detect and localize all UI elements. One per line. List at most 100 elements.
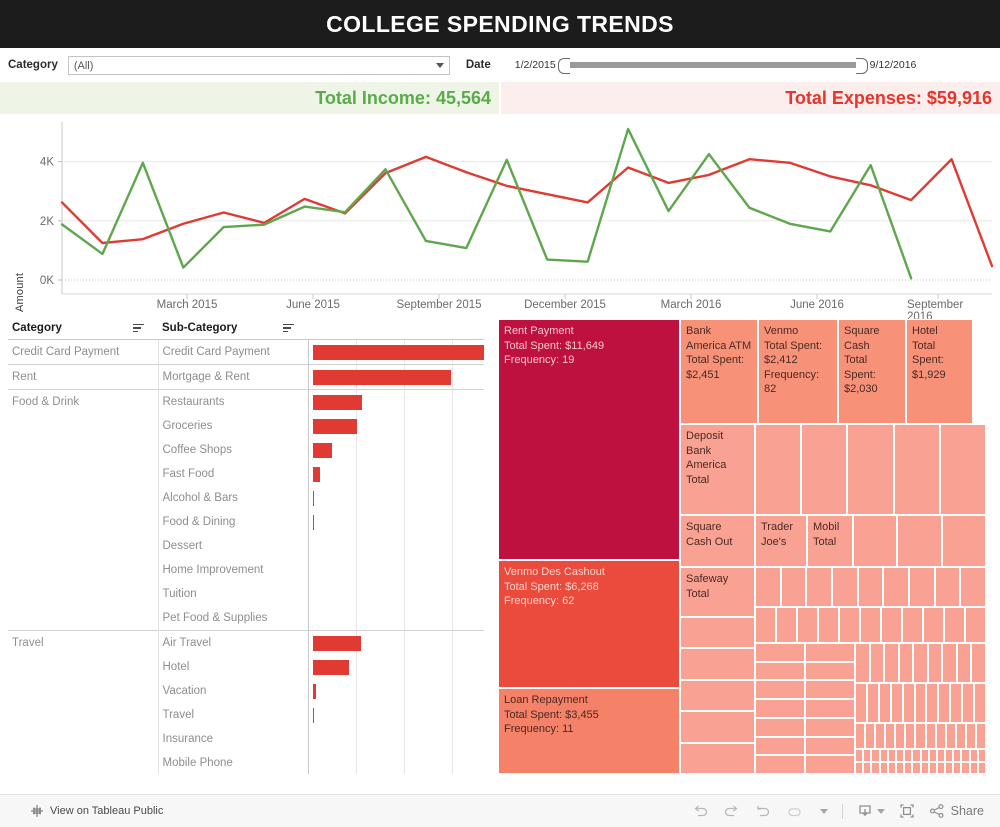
treemap-tile[interactable] <box>847 424 894 515</box>
treemap-tile[interactable] <box>927 643 943 683</box>
redo-icon[interactable] <box>723 804 740 819</box>
treemap-tile[interactable] <box>860 607 881 643</box>
treemap-tile[interactable] <box>965 723 976 749</box>
treemap-tile[interactable] <box>898 643 914 683</box>
treemap-tile[interactable] <box>755 755 805 774</box>
treemap-tile[interactable] <box>755 699 805 718</box>
treemap-tile[interactable] <box>912 761 921 774</box>
value-bar[interactable] <box>312 707 315 723</box>
treemap-tile[interactable] <box>680 742 755 774</box>
treemap-tile[interactable]: Rent Payment Total Spent: $11,649 Frequenc… <box>498 319 680 560</box>
chevron-down-icon[interactable] <box>435 62 444 68</box>
treemap-tile[interactable]: Loan Repayment Total Spent: $3,455 Frequen… <box>498 688 680 774</box>
treemap-tile[interactable] <box>855 683 867 723</box>
treemap-tile[interactable] <box>902 683 915 723</box>
table-row[interactable]: Food & Drink Restaurants <box>8 389 484 414</box>
spending-trend-line-chart[interactable]: Amount 0K 2K 4K March 2015 June 2015 Septemb… <box>0 114 1000 323</box>
table-row[interactable]: Alcohol & Bars <box>8 486 484 510</box>
table-row[interactable]: Rent Mortgage & Rent <box>8 364 484 390</box>
chevron-down-icon[interactable] <box>819 808 828 814</box>
treemap-tile[interactable] <box>871 761 880 774</box>
treemap-tile[interactable] <box>855 749 864 762</box>
treemap-tile[interactable] <box>801 424 848 515</box>
value-bar[interactable] <box>312 466 321 482</box>
treemap-tile[interactable] <box>863 749 872 762</box>
treemap-tile[interactable] <box>755 680 805 700</box>
treemap-tile[interactable] <box>893 424 940 515</box>
table-row[interactable]: Home Improvement <box>8 558 484 582</box>
treemap-tile[interactable] <box>974 683 986 723</box>
table-row[interactable]: Groceries <box>8 414 484 438</box>
treemap-tile[interactable] <box>805 661 855 681</box>
sort-icon[interactable] <box>283 323 294 333</box>
value-bar[interactable] <box>312 683 317 699</box>
treemap-tile[interactable] <box>755 736 805 756</box>
treemap-tile[interactable] <box>885 723 896 749</box>
treemap-tile[interactable] <box>934 567 961 607</box>
treemap-tile[interactable] <box>857 567 884 607</box>
treemap-tile[interactable] <box>884 643 899 683</box>
slider-handle-min[interactable] <box>557 58 570 74</box>
treemap-tile[interactable] <box>914 683 927 723</box>
treemap-tile[interactable] <box>904 749 913 762</box>
treemap-tile[interactable] <box>755 643 805 662</box>
treemap-tile[interactable] <box>855 761 864 774</box>
treemap-tile[interactable] <box>755 567 781 607</box>
treemap-tile[interactable] <box>975 723 986 749</box>
treemap-tile[interactable] <box>961 761 970 774</box>
treemap-tile[interactable] <box>960 567 986 607</box>
treemap-tile[interactable]: Hotel Total Spent: $1,929 <box>906 319 973 424</box>
treemap-tile[interactable] <box>863 761 872 774</box>
value-bar[interactable] <box>312 514 315 530</box>
treemap-tile[interactable] <box>818 607 839 643</box>
sort-icon[interactable] <box>133 323 144 333</box>
treemap-tile[interactable] <box>935 723 946 749</box>
refresh-icon[interactable] <box>785 804 802 819</box>
treemap-tile[interactable] <box>853 515 898 567</box>
treemap-tile[interactable] <box>939 424 986 515</box>
value-bar[interactable] <box>312 394 363 410</box>
treemap-tile[interactable] <box>965 607 986 643</box>
treemap-tile[interactable] <box>909 567 935 607</box>
treemap-tile[interactable]: Mobil Total <box>807 515 853 567</box>
treemap-tile[interactable] <box>805 680 855 700</box>
treemap-tile[interactable] <box>680 679 755 712</box>
treemap-tile[interactable] <box>913 643 928 683</box>
treemap-tile[interactable] <box>871 749 880 762</box>
date-range-slider[interactable] <box>557 58 868 74</box>
treemap-tile[interactable] <box>869 643 885 683</box>
value-bar[interactable] <box>312 635 361 651</box>
treemap-tile[interactable] <box>923 607 944 643</box>
treemap-tile[interactable] <box>797 607 818 643</box>
download-icon[interactable] <box>857 803 885 819</box>
value-bar[interactable] <box>312 442 332 458</box>
revert-icon[interactable] <box>754 804 771 819</box>
treemap-tile[interactable] <box>936 749 946 762</box>
treemap-tile[interactable] <box>875 723 886 749</box>
treemap-tile[interactable] <box>805 643 855 662</box>
treemap-tile[interactable] <box>950 683 963 723</box>
slider-handle-max[interactable] <box>855 58 868 74</box>
treemap-tile[interactable] <box>839 607 860 643</box>
value-bar[interactable] <box>312 490 315 506</box>
treemap-tile[interactable] <box>941 515 986 567</box>
treemap-tile[interactable] <box>805 699 855 718</box>
treemap-tile[interactable] <box>945 749 954 762</box>
slider-track[interactable] <box>565 62 860 68</box>
treemap-tile[interactable] <box>755 661 805 681</box>
share-button[interactable]: Share <box>929 803 984 819</box>
treemap-tile[interactable] <box>942 643 957 683</box>
treemap-tile[interactable] <box>780 567 807 607</box>
treemap-tile[interactable] <box>902 607 923 643</box>
table-row[interactable]: Dessert <box>8 534 484 558</box>
value-bar[interactable] <box>312 369 451 385</box>
treemap-tile[interactable] <box>971 643 986 683</box>
treemap-tile[interactable] <box>961 749 970 762</box>
treemap-tile[interactable] <box>755 717 805 737</box>
treemap[interactable]: Rent Payment Total Spent: $11,649 Frequenc… <box>498 319 986 774</box>
treemap-tile[interactable] <box>805 717 855 737</box>
treemap-tile[interactable]: Venmo Des Cashout Total Spent: $6,268 Freq… <box>498 560 680 688</box>
treemap-tile[interactable] <box>962 683 975 723</box>
table-row[interactable]: Vacation <box>8 679 484 703</box>
treemap-tile[interactable]: Deposit Bank America Total <box>680 424 755 515</box>
